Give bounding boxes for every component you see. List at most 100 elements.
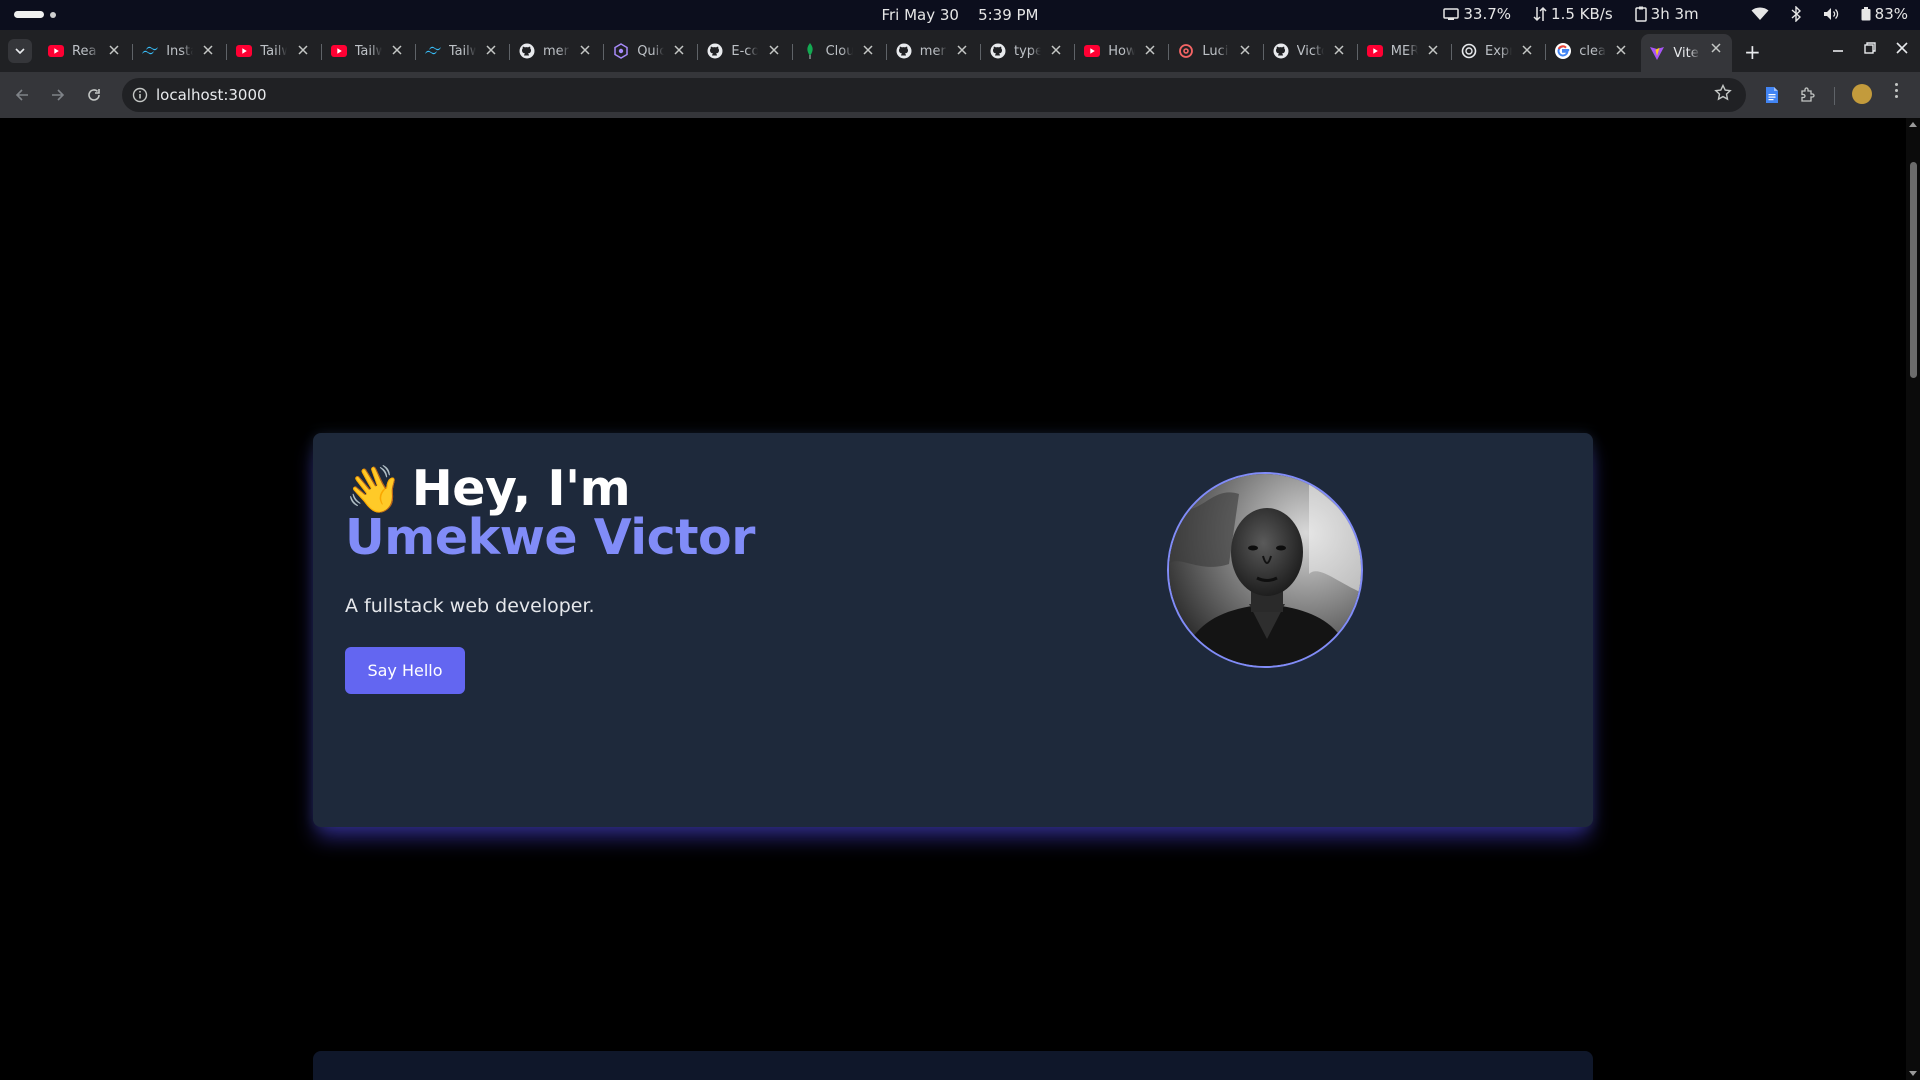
browser-tab[interactable]: Tailw (323, 36, 413, 66)
github-icon (990, 43, 1006, 59)
scrollbar-thumb[interactable] (1910, 162, 1917, 378)
network-speed-indicator[interactable]: 1.5 KB/s (1533, 5, 1613, 23)
battery-time-indicator[interactable]: 3h 3m (1634, 5, 1699, 23)
extensions-puzzle-icon[interactable] (1797, 84, 1819, 106)
tab-search-button[interactable] (8, 39, 32, 63)
browser-tab[interactable]: Victo (1265, 36, 1355, 66)
tab-close-icon[interactable] (1331, 43, 1347, 59)
tab-title: Rea (72, 43, 97, 59)
browser-tab[interactable]: MER (1359, 36, 1449, 66)
tab-close-icon[interactable] (483, 43, 499, 59)
chevron-down-icon (15, 48, 25, 54)
mongodb-icon (802, 43, 818, 59)
openai-icon (1461, 43, 1477, 59)
cpu-indicator[interactable]: 33.7% (1443, 5, 1511, 23)
browser-menu-kebab-icon[interactable] (1893, 83, 1899, 98)
tab-close-icon[interactable] (577, 43, 593, 59)
battery-percent: 83% (1874, 5, 1908, 23)
wifi-indicator[interactable] (1751, 7, 1769, 21)
browser-tab[interactable]: How (1076, 36, 1166, 66)
profile-photo (1167, 472, 1363, 668)
tab-separator (1545, 44, 1547, 60)
browser-toolbar: localhost:3000 (0, 72, 1920, 118)
url-text[interactable]: localhost:3000 (156, 86, 267, 104)
browser-tab[interactable]: Quic (605, 36, 695, 66)
tab-separator (132, 44, 134, 60)
tab-title: How (1108, 43, 1136, 59)
tab-close-icon[interactable] (200, 43, 216, 59)
browser-tab[interactable]: clea (1547, 36, 1637, 66)
scroll-down-arrow-icon[interactable] (1909, 1071, 1917, 1076)
bookmark-star-icon[interactable] (1714, 83, 1732, 107)
bluetooth-indicator[interactable] (1791, 6, 1801, 22)
profile-avatar-icon[interactable] (1852, 84, 1872, 104)
close-window-button[interactable] (1896, 40, 1908, 58)
address-bar[interactable]: localhost:3000 (122, 78, 1746, 112)
tab-close-icon[interactable] (295, 43, 311, 59)
reload-icon (88, 89, 100, 101)
tab-title: mern (919, 43, 947, 59)
tab-title: Tailw (354, 43, 382, 59)
tab-close-icon[interactable] (1613, 43, 1629, 59)
tab-close-icon[interactable] (954, 43, 970, 59)
youtube-icon (1366, 43, 1383, 59)
browser-tab[interactable]: Insta (134, 36, 224, 66)
tab-separator (1074, 44, 1076, 60)
restore-button[interactable] (1864, 40, 1876, 58)
scroll-up-arrow-icon[interactable] (1909, 122, 1917, 127)
next-section-card (313, 1051, 1593, 1080)
cpu-usage: 33.7% (1463, 5, 1512, 23)
tab-close-icon[interactable] (1048, 43, 1064, 59)
forward-button[interactable] (48, 85, 68, 105)
cpu-icon (1443, 8, 1460, 20)
site-info-icon[interactable] (130, 85, 150, 105)
page-scrollbar[interactable] (1906, 118, 1920, 1080)
back-button[interactable] (12, 85, 32, 105)
browser-tab[interactable]: Tailw (417, 36, 507, 66)
tab-close-icon[interactable] (1237, 43, 1253, 59)
tab-close-icon[interactable] (766, 43, 782, 59)
browser-tab[interactable]: type (982, 36, 1072, 66)
workspace-indicator[interactable] (14, 11, 44, 18)
reload-button[interactable] (84, 85, 104, 105)
battery-time: 3h 3m (1650, 5, 1699, 23)
tab-close-icon[interactable] (1425, 43, 1441, 59)
tab-close-icon[interactable] (1519, 43, 1535, 59)
browser-tab[interactable]: Luci (1170, 36, 1260, 66)
toolbar-divider (1834, 87, 1835, 105)
tailwind-icon (142, 43, 159, 59)
volume-indicator[interactable] (1823, 7, 1839, 21)
google-docs-extension-icon[interactable] (1761, 84, 1783, 106)
github-icon (896, 43, 912, 59)
tab-separator (1168, 44, 1170, 60)
close-icon (1896, 42, 1908, 54)
browser-tab[interactable]: Vite (1641, 34, 1732, 72)
browser-tab[interactable]: mern (511, 36, 601, 66)
clipboard-icon (1634, 6, 1647, 22)
tab-close-icon[interactable] (389, 43, 405, 59)
browser-tab[interactable]: Tailw (228, 36, 318, 66)
tab-close-icon[interactable] (860, 43, 876, 59)
browser-tab[interactable]: Expr (1453, 36, 1543, 66)
new-tab-button[interactable]: + (1744, 40, 1761, 64)
tab-title: type (1014, 43, 1041, 59)
browser-tab[interactable]: mern (888, 36, 978, 66)
browser-tab[interactable]: Clou (794, 36, 884, 66)
battery-indicator[interactable]: 83% (1861, 5, 1908, 23)
tab-close-icon[interactable] (671, 43, 687, 59)
tab-close-icon[interactable] (1142, 43, 1158, 59)
browser-tab[interactable]: E-co (699, 36, 789, 66)
bluetooth-icon (1791, 6, 1801, 22)
tab-close-icon[interactable] (1708, 41, 1724, 57)
workspace-dot[interactable] (50, 12, 56, 18)
say-hello-button[interactable]: Say Hello (345, 647, 465, 694)
tab-close-icon[interactable] (106, 43, 122, 59)
github-icon (1273, 43, 1289, 59)
minimize-button[interactable] (1832, 40, 1844, 58)
tab-separator (603, 44, 605, 60)
lucide-icon (1178, 43, 1194, 59)
tab-title: Quic (637, 43, 665, 59)
browser-tab[interactable]: Rea (40, 36, 130, 66)
tab-title: Tailw (260, 43, 288, 59)
youtube-icon (330, 43, 347, 59)
